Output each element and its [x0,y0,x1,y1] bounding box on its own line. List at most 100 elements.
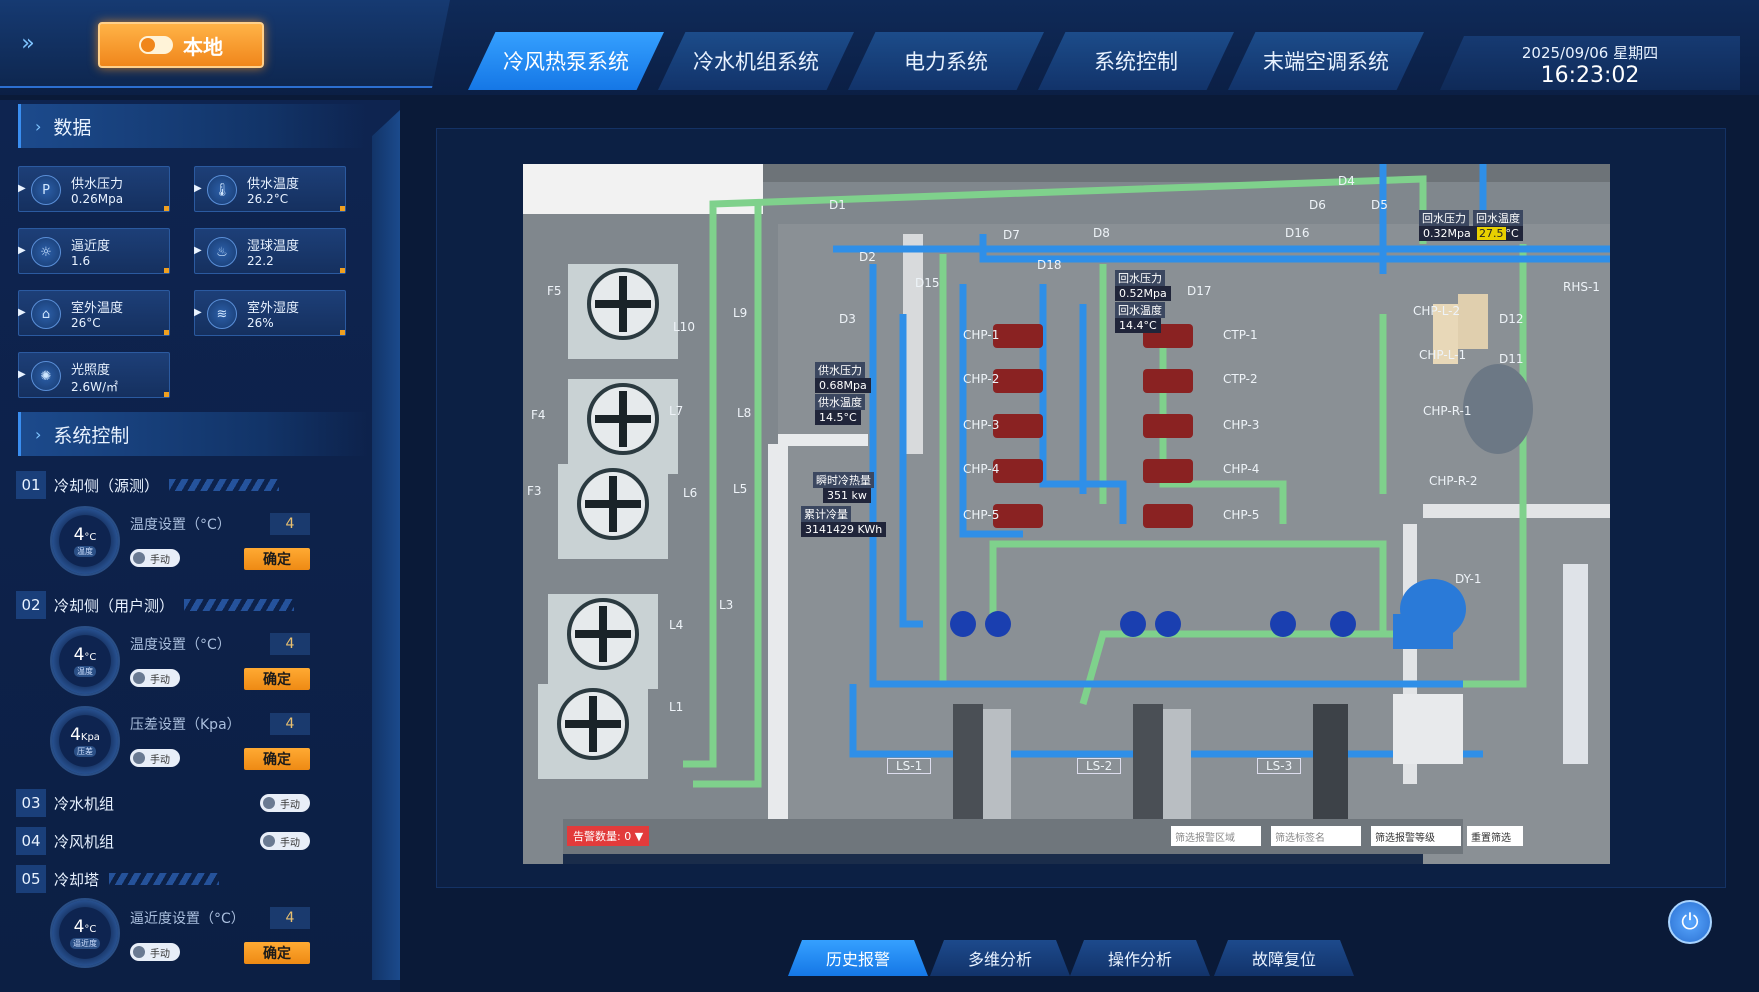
pump-label[interactable]: CHP-4 [1223,462,1259,476]
pump-label[interactable]: CHP-5 [963,508,999,522]
manual-toggle[interactable]: 手动 [130,749,180,767]
card-value: 1.6 [71,254,91,268]
header: » 本地 冷风热泵系统 冷水机组系统 电力系统 系统控制 末端空调系统 2025… [0,0,1759,95]
setting-input[interactable]: 4 [270,513,310,535]
setting-input[interactable]: 4 [270,633,310,655]
alarm-count-badge[interactable]: 告警数量: 0 ▼ [567,826,650,846]
item-number: 04 [16,827,46,855]
valve-label[interactable]: D17 [1187,284,1212,298]
fan-label[interactable]: L8 [737,406,751,420]
mid-return-temp-value: 14.4°C [1115,318,1161,333]
return-temp-label: 回水温度 [1473,210,1523,226]
pump-label[interactable]: CTP-2 [1223,372,1258,386]
valve-label[interactable]: D5 [1371,198,1388,212]
valve-label[interactable]: D4 [1338,174,1355,188]
fan-label[interactable]: L1 [669,700,683,714]
fan-label[interactable]: L6 [683,486,697,500]
tab-power-system[interactable]: 电力系统 [848,32,1044,90]
fan-label[interactable]: L3 [719,598,733,612]
gauge-label: 逼近度 [70,938,100,949]
item-number: 01 [16,471,46,499]
confirm-button[interactable]: 确定 [244,668,310,690]
multi-analysis-button[interactable]: 多维分析 [930,940,1070,976]
device-label[interactable]: CHP-R-2 [1429,474,1478,488]
history-alarm-button[interactable]: 历史报警 [788,940,928,976]
confirm-button[interactable]: 确定 [244,548,310,570]
valve-label[interactable]: D16 [1285,226,1310,240]
supply-temp-value: 14.5°C [815,410,861,425]
device-label[interactable]: CHP-R-1 [1423,404,1472,418]
pump-label[interactable]: CHP-2 [963,372,999,386]
reset-filter-button[interactable]: 重置筛选 [1467,826,1523,846]
device-label[interactable]: RHS-1 [1563,280,1600,294]
chiller-label[interactable]: LS-3 [1257,758,1302,774]
tab-heat-pump-system[interactable]: 冷风热泵系统 [468,32,664,90]
filter-level-select[interactable]: 筛选报警等级 [1371,826,1461,846]
operation-analysis-button[interactable]: 操作分析 [1070,940,1210,976]
mid-return-pressure-value: 0.52Mpa [1115,286,1171,301]
fault-reset-button[interactable]: 故障复位 [1214,940,1354,976]
valve-label[interactable]: D15 [915,276,940,290]
device-label[interactable]: DY-1 [1455,572,1481,586]
valve-label[interactable]: D6 [1309,198,1326,212]
manual-toggle[interactable]: 手动 [130,943,180,961]
setting-input[interactable]: 4 [270,907,310,929]
data-card-wetbulb: ▶ ♨ 湿球温度 22.2 [194,228,346,274]
card-value: 26.2°C [247,192,289,206]
tab-terminal-ac-system[interactable]: 末端空调系统 [1228,32,1424,90]
supply-pressure-label: 供水压力 [815,362,865,378]
manual-toggle[interactable]: 手动 [130,669,180,687]
valve-label[interactable]: D8 [1093,226,1110,240]
device-label[interactable]: CHP-L-1 [1419,348,1466,362]
data-card-outdoor-temp: ▶ ⌂ 室外温度 26°C [18,290,170,336]
local-remote-toggle[interactable]: 本地 [98,22,264,68]
outdoor-temp-icon: ⌂ [31,299,61,329]
data-card-supply-temp: ▶ 🌡 供水温度 26.2°C [194,166,346,212]
pump-label[interactable]: CHP-5 [1223,508,1259,522]
tab-system-control[interactable]: 系统控制 [1038,32,1234,90]
item-name: 冷却侧（源测） [54,476,160,495]
fan-label[interactable]: L7 [669,404,683,418]
filter-area-input[interactable]: 筛选报警区域 [1171,826,1261,846]
setting-input[interactable]: 4 [270,713,310,735]
valve-label[interactable]: D18 [1037,258,1062,272]
manual-toggle[interactable]: 手动 [130,549,180,567]
fan-label[interactable]: L5 [733,482,747,496]
valve-label[interactable]: D3 [839,312,856,326]
play-arrow-icon: ▶ [18,369,26,380]
pump-label[interactable]: CHP-3 [963,418,999,432]
manual-toggle[interactable]: 手动 [260,832,310,850]
data-section-header[interactable]: › 数据 [18,104,368,148]
expand-icon[interactable]: » [14,30,42,58]
fan-label[interactable]: L10 [673,320,695,334]
time-text: 16:23:02 [1540,63,1640,88]
valve-label[interactable]: D2 [859,250,876,264]
manual-toggle[interactable]: 手动 [260,794,310,812]
control-section-header[interactable]: › 系统控制 [18,412,368,456]
valve-label[interactable]: D7 [1003,228,1020,242]
datetime-panel: 2025/09/06 星期四 16:23:02 [1440,36,1740,90]
pump-label[interactable]: CTP-1 [1223,328,1258,342]
fan-label[interactable]: L9 [733,306,747,320]
setting-label: 温度设置（°C） [130,517,231,533]
device-label[interactable]: CHP-L-2 [1413,304,1460,318]
fan-label[interactable]: L4 [669,618,683,632]
power-icon[interactable]: ⏻ [1668,900,1712,944]
valve-label[interactable]: D1 [829,198,846,212]
filter-tag-input[interactable]: 筛选标签名 [1271,826,1361,846]
confirm-button[interactable]: 确定 [244,942,310,964]
card-value: 2.6W/㎡ [71,380,118,394]
confirm-button[interactable]: 确定 [244,748,310,770]
hvac-3d-scene[interactable]: D1 D2 D3 D4 D5 D6 D7 D8 D15 D16 D17 D18 … [523,164,1610,864]
pump-label[interactable]: CHP-4 [963,462,999,476]
valve-label[interactable]: D11 [1499,352,1524,366]
chiller-label[interactable]: LS-1 [887,758,932,774]
return-pressure-value: 0.32Mpa [1419,226,1475,241]
pump-label[interactable]: CHP-3 [1223,418,1259,432]
valve-label[interactable]: D12 [1499,312,1524,326]
pump-label[interactable]: CHP-1 [963,328,999,342]
chiller-label[interactable]: LS-2 [1077,758,1122,774]
tab-chiller-system[interactable]: 冷水机组系统 [658,32,854,90]
tab-label: 末端空调系统 [1263,50,1389,74]
gauge-label: 温度 [74,666,96,677]
